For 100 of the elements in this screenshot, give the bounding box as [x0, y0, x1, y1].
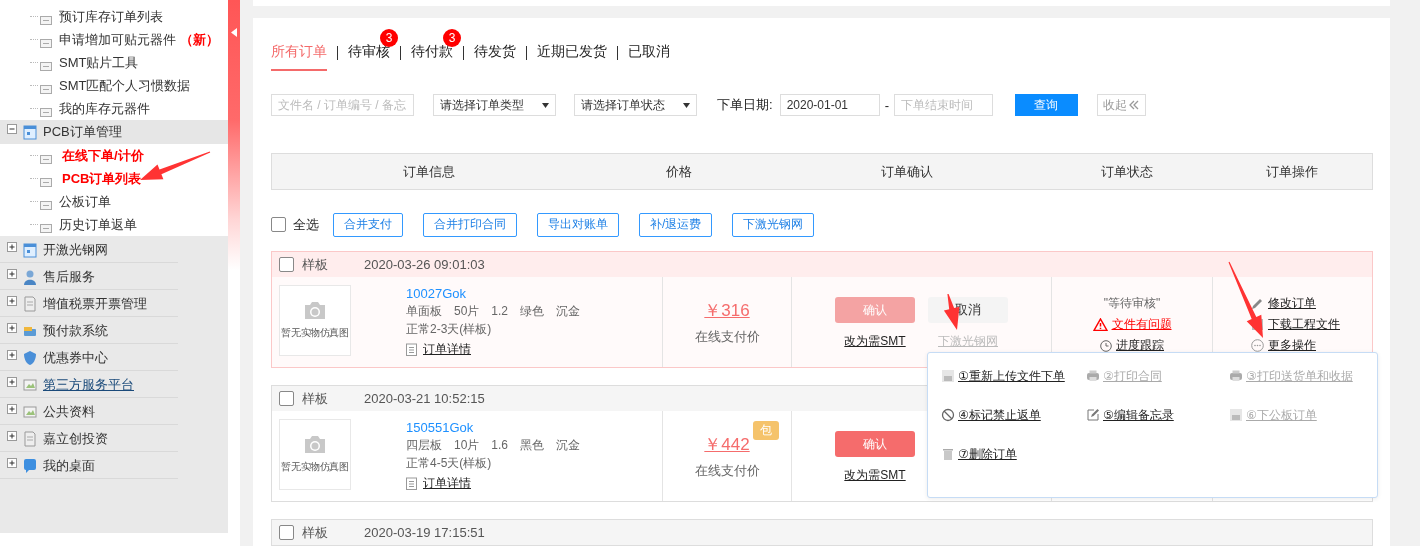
plus-box-icon[interactable] — [7, 457, 17, 468]
collapse-icon[interactable] — [231, 28, 237, 37]
sidebar-group[interactable]: 我的桌面 — [43, 456, 95, 475]
plus-box-icon[interactable] — [7, 322, 17, 333]
date-label: 下单日期: — [717, 96, 773, 114]
checkbox[interactable] — [271, 217, 286, 232]
calendar-icon — [23, 124, 37, 140]
spec-text: 10片 — [454, 437, 480, 454]
minus-box-icon[interactable] — [7, 124, 17, 134]
document-icon — [23, 295, 37, 312]
picture-icon — [23, 376, 37, 393]
order-tab[interactable]: 待发货 — [474, 43, 516, 71]
date-field[interactable]: 2020-01-01 — [779, 94, 880, 116]
shield-icon — [23, 349, 37, 366]
action-link[interactable]: 更多操作 — [1268, 337, 1316, 354]
picture-icon — [23, 403, 37, 420]
action-link[interactable]: 修改订单 — [1268, 295, 1316, 312]
lead-time: 正常4-5天(样板) — [406, 455, 493, 472]
checkbox[interactable] — [279, 525, 294, 540]
document-icon — [406, 476, 417, 490]
menu-item[interactable]: ④标记禁止返单 — [958, 406, 1041, 424]
camera-icon — [303, 435, 327, 454]
document-icon — [1229, 408, 1243, 422]
chat-bubble-icon — [23, 457, 37, 474]
plus-box-icon[interactable] — [7, 403, 17, 414]
document-icon — [406, 342, 417, 356]
select-all-label: 全选 — [293, 215, 319, 234]
spec-text: 四层板 — [406, 437, 442, 454]
menu-item[interactable]: ⑤编辑备忘录 — [1103, 406, 1174, 424]
plus-box-icon[interactable] — [7, 295, 17, 306]
sidebar-item[interactable]: 我的库存元器件 — [59, 99, 150, 118]
page-icon — [40, 62, 52, 71]
checkbox[interactable] — [279, 391, 294, 406]
spec-text: 1.2 — [491, 303, 509, 320]
spec-text: 沉金 — [556, 437, 581, 454]
lead-time: 正常2-3天(样板) — [406, 321, 493, 338]
shipping-badge: 包 — [753, 421, 779, 440]
spec-text: 1.6 — [491, 437, 509, 454]
order-link[interactable]: 改为需SMT — [844, 467, 906, 484]
order-tab[interactable]: 近期已发货 — [537, 43, 607, 71]
sidebar-group[interactable]: 公共资料 — [43, 402, 95, 421]
bulk-action-button[interactable]: 导出对账单 — [537, 212, 619, 237]
order-select[interactable]: 请选择订单类型 — [433, 94, 556, 116]
problem-link[interactable]: 文件有问题 — [1111, 316, 1172, 333]
bulk-action-button[interactable]: 合并支付 — [333, 212, 403, 237]
sidebar-item[interactable]: 预订库存订单列表 — [59, 7, 163, 26]
sidebar-item[interactable]: SMT贴片工具 — [59, 53, 139, 72]
plus-box-icon[interactable] — [7, 349, 17, 360]
page-icon — [40, 155, 52, 164]
prohibited-icon — [941, 408, 955, 422]
page-icon — [40, 224, 52, 233]
bulk-action-button[interactable]: 补/退运费 — [639, 212, 713, 237]
order-type: 样板 — [302, 255, 329, 274]
bulk-action-button[interactable]: 下激光钢网 — [732, 212, 815, 237]
column-header: 订单操作 — [1265, 162, 1319, 181]
calendar-icon — [23, 241, 37, 258]
checkbox[interactable] — [279, 257, 294, 272]
page-icon — [40, 201, 52, 210]
column-header: 订单信息 — [402, 162, 456, 181]
plus-box-icon[interactable] — [7, 268, 17, 279]
sidebar-item[interactable]: 历史订单返单 — [59, 215, 137, 234]
sidebar-group[interactable]: 售后服务 — [43, 267, 95, 286]
plus-box-icon[interactable] — [7, 376, 17, 387]
column-header: 价格 — [665, 162, 693, 181]
caret-icon — [542, 102, 549, 108]
double-chevron-icon — [1129, 100, 1140, 110]
page-icon — [40, 39, 52, 48]
spec-text: 沉金 — [556, 303, 581, 320]
sidebar-item[interactable]: SMT匹配个人习惯数据 — [59, 76, 191, 95]
progress-link[interactable]: 进度跟踪 — [1116, 337, 1164, 354]
plus-box-icon[interactable] — [7, 430, 17, 441]
menu-item[interactable]: ①重新上传文件下单 — [958, 367, 1065, 385]
bulk-action-button[interactable]: 合并打印合同 — [423, 212, 517, 237]
sidebar-item[interactable]: PCB订单列表 — [62, 169, 142, 188]
spec-text: 绿色 — [520, 303, 545, 320]
camera-icon — [303, 301, 327, 320]
sidebar-item[interactable]: 申请增加可贴元器件 （新） — [59, 30, 219, 49]
document-icon — [23, 430, 37, 447]
more-icon — [1251, 339, 1264, 352]
column-header: 订单状态 — [1100, 162, 1154, 181]
page-icon — [40, 16, 52, 25]
price-note: 在线支付价 — [694, 328, 760, 346]
order-type: 样板 — [302, 523, 329, 542]
menu-item[interactable]: ⑦删除订单 — [958, 445, 1017, 463]
order-detail-link[interactable]: 订单详情 — [423, 473, 471, 493]
sidebar-item[interactable]: 公板订单 — [59, 192, 111, 211]
action-link[interactable]: 下载工程文件 — [1268, 316, 1340, 333]
spec-text: 50片 — [454, 303, 480, 320]
order-tab[interactable]: 已取消 — [628, 43, 670, 71]
order-link[interactable]: 改为需SMT — [844, 333, 906, 350]
order-select[interactable]: 请选择订单状态 — [574, 94, 697, 116]
document-icon — [941, 369, 955, 383]
order-time: 2020-03-19 17:15:51 — [364, 525, 485, 540]
sidebar-item[interactable]: 在线下单/计价 — [62, 146, 144, 165]
date-field[interactable]: 下单结束时间 — [893, 94, 993, 116]
caret-icon — [683, 102, 690, 108]
order-detail-link[interactable]: 订单详情 — [423, 339, 471, 359]
search-field[interactable]: 文件名 / 订单编号 / 备忘 — [271, 94, 414, 116]
plus-box-icon[interactable] — [7, 241, 17, 252]
printer-icon — [1086, 369, 1100, 383]
